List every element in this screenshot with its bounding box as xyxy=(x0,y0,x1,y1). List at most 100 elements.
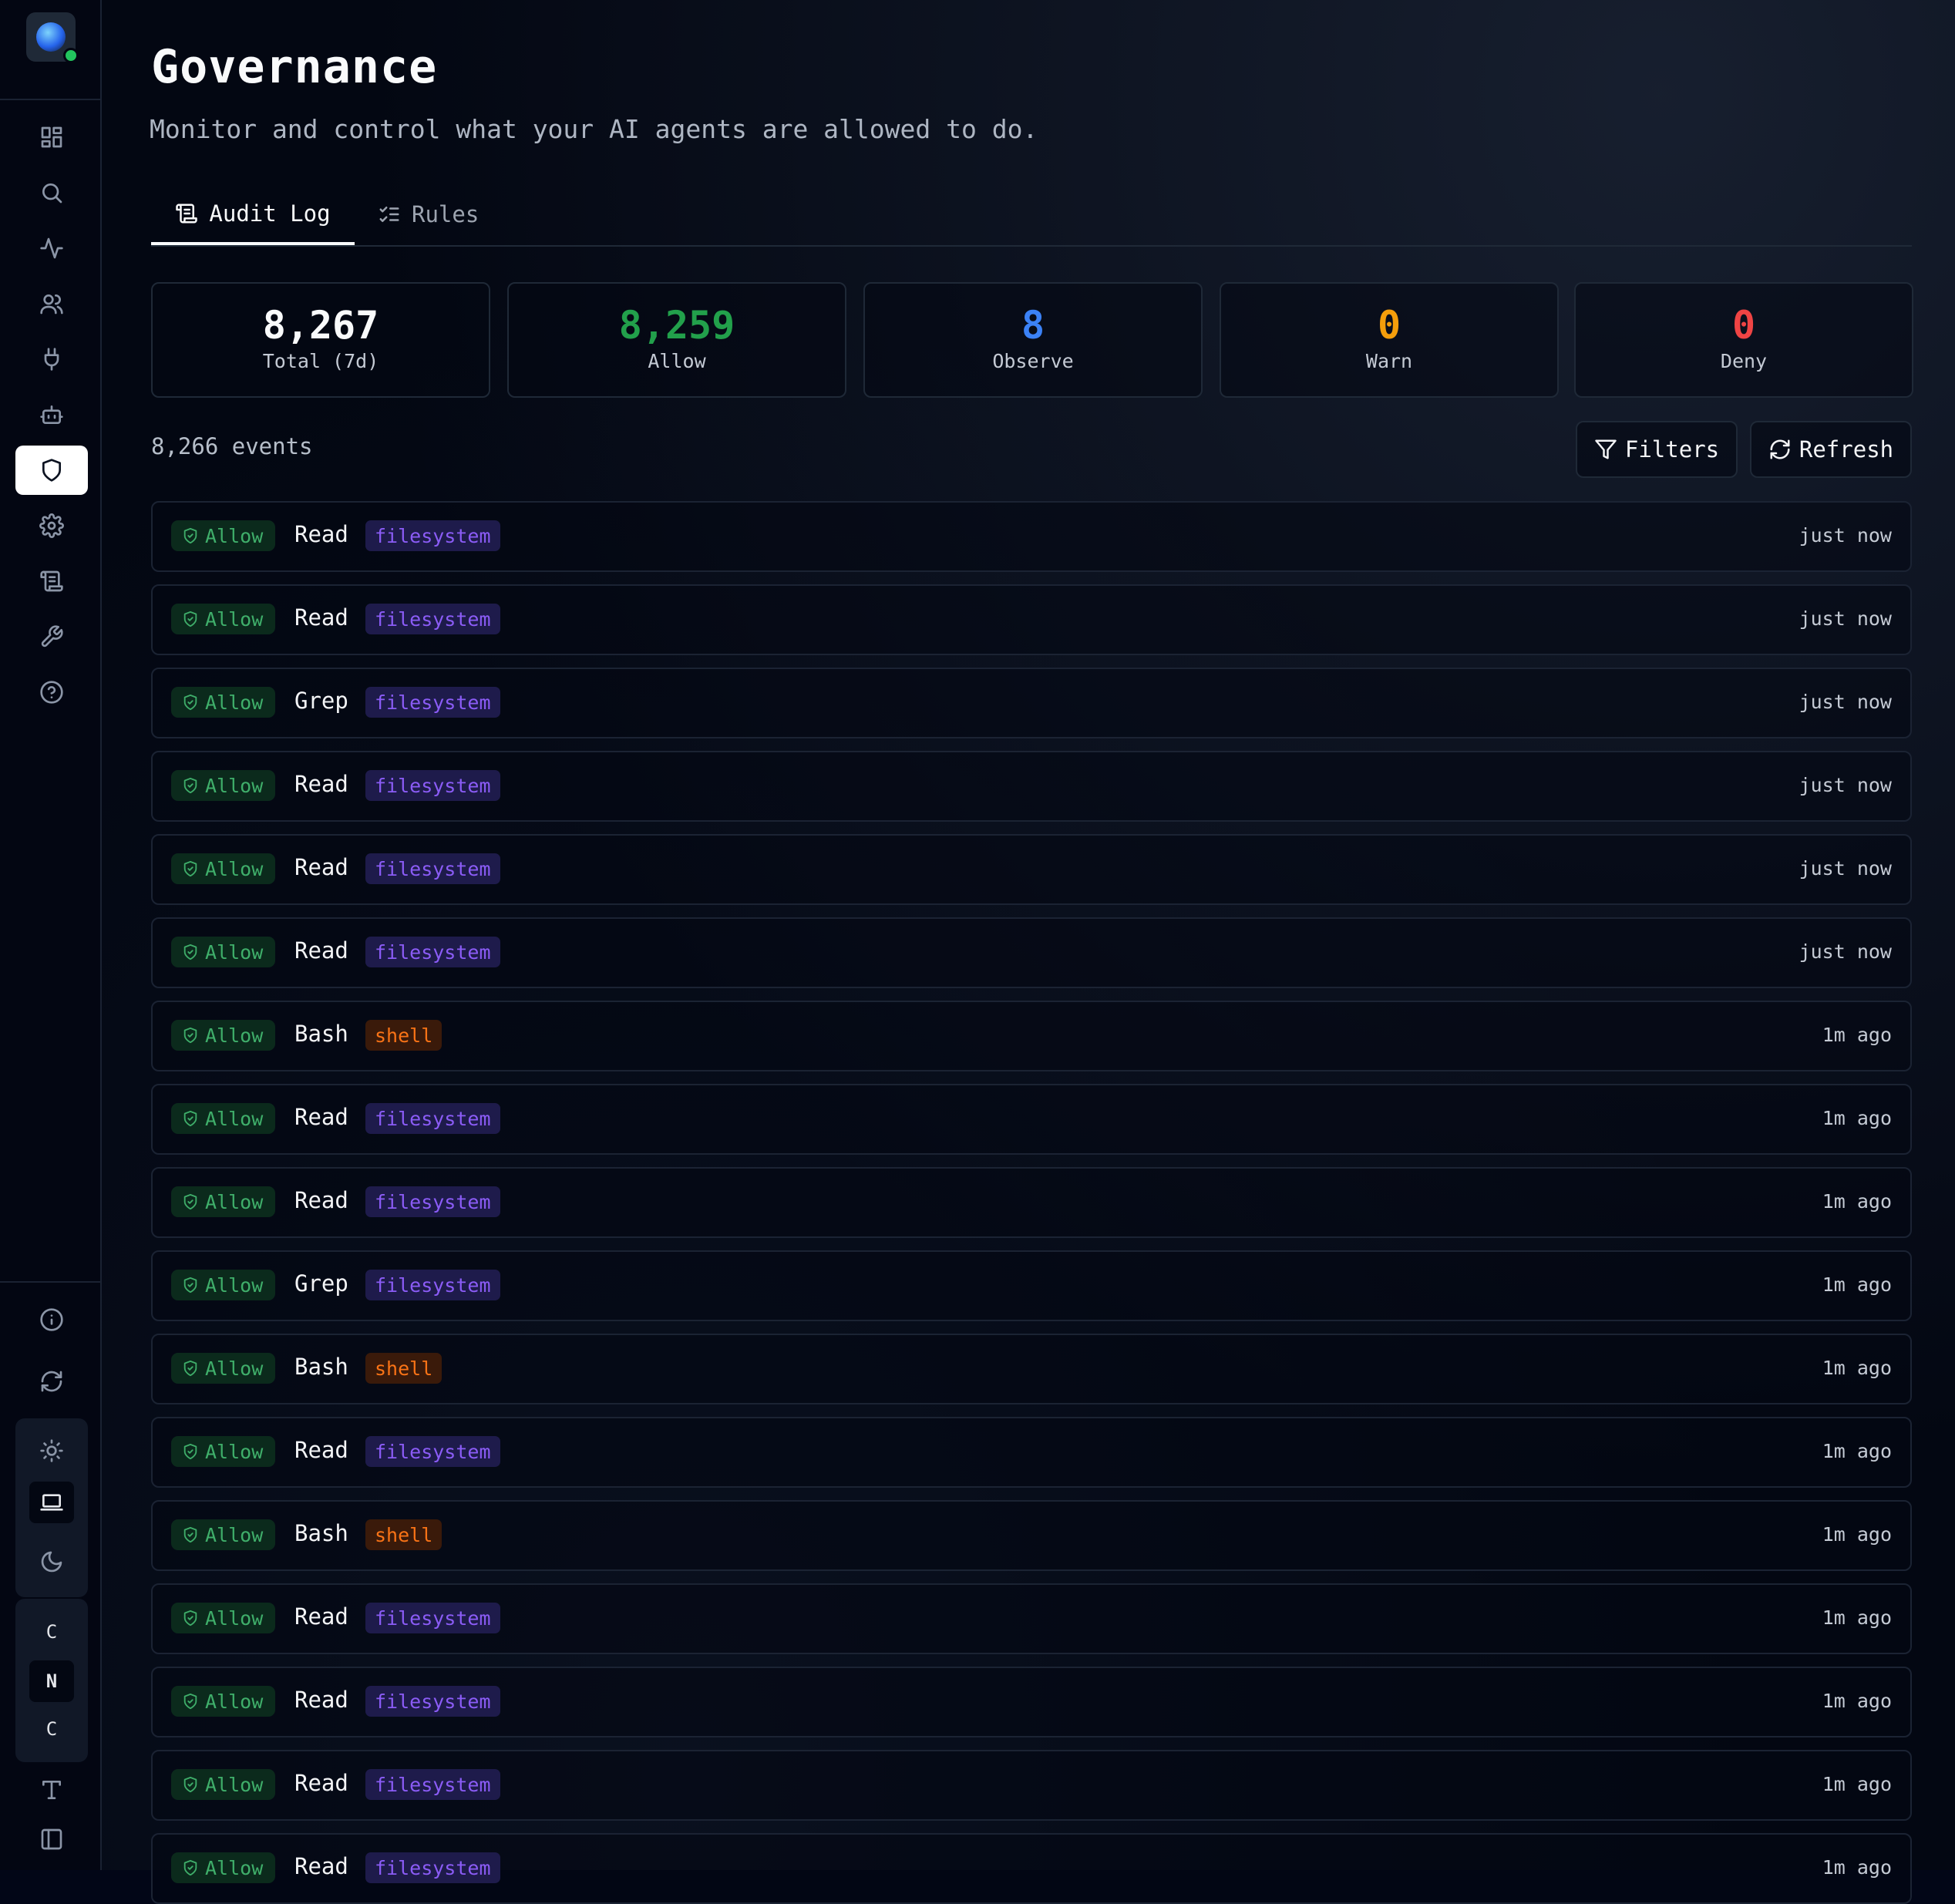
category-tag: filesystem xyxy=(365,770,500,801)
audit-log-row[interactable]: Allow Read filesystem 1m ago xyxy=(151,1750,1912,1821)
panel-left-icon xyxy=(41,1828,62,1850)
scroll-icon xyxy=(40,570,63,592)
info-icon xyxy=(40,1308,63,1331)
decision-label: Allow xyxy=(205,774,264,797)
audit-log-row[interactable]: Allow Bash shell 1m ago xyxy=(151,1001,1912,1071)
filters-button[interactable]: Filters xyxy=(1576,421,1738,478)
shield-check-icon xyxy=(183,1859,197,1876)
nav-tools[interactable] xyxy=(15,612,88,661)
nav-integrations[interactable] xyxy=(15,335,88,384)
audit-log-row[interactable]: Allow Grep filesystem 1m ago xyxy=(151,1250,1912,1321)
shield-check-icon xyxy=(183,1693,197,1710)
refresh-button[interactable]: Refresh xyxy=(1750,421,1912,478)
decision-badge: Allow xyxy=(171,1436,276,1467)
plug-icon xyxy=(44,348,59,371)
decision-badge: Allow xyxy=(171,1603,276,1633)
tool-name: Read xyxy=(294,1853,348,1879)
tool-name: Grep xyxy=(294,688,348,714)
stat-card-warn: 0 Warn xyxy=(1220,282,1559,398)
font-option-selected[interactable]: N xyxy=(29,1660,74,1702)
decision-label: Allow xyxy=(205,1773,264,1796)
theme-system-button[interactable] xyxy=(29,1482,74,1523)
audit-log-row[interactable]: Allow Read filesystem 1m ago xyxy=(151,1084,1912,1155)
audit-log-row[interactable]: Allow Read filesystem 1m ago xyxy=(151,1417,1912,1488)
theme-light-button[interactable] xyxy=(15,1426,88,1475)
audit-log-row[interactable]: Allow Grep filesystem just now xyxy=(151,668,1912,738)
settings-icon xyxy=(39,513,64,538)
nav-help[interactable] xyxy=(15,668,88,717)
filter-icon xyxy=(1595,439,1617,459)
shield-check-icon xyxy=(183,860,197,877)
font-switcher: C N C xyxy=(15,1599,88,1762)
event-time: 1m ago xyxy=(1822,1357,1892,1379)
category-tag: filesystem xyxy=(365,1186,500,1217)
tab-rules[interactable]: Rules xyxy=(378,185,479,244)
audit-log-row[interactable]: Allow Read filesystem just now xyxy=(151,834,1912,905)
page-title: Governance xyxy=(151,40,438,94)
tool-name: Read xyxy=(294,1104,348,1130)
decision-label: Allow xyxy=(205,1690,264,1713)
nav-dashboard[interactable] xyxy=(15,113,88,162)
decision-label: Allow xyxy=(205,1190,264,1213)
app-logo[interactable] xyxy=(26,12,79,63)
nav-users[interactable] xyxy=(15,279,88,328)
decision-badge: Allow xyxy=(171,1353,276,1384)
shield-check-icon xyxy=(183,1027,197,1044)
toggle-sidebar-button[interactable] xyxy=(15,1815,88,1864)
audit-log-row[interactable]: Allow Read filesystem 1m ago xyxy=(151,1833,1912,1904)
stat-label: Allow xyxy=(648,350,706,372)
audit-log-row[interactable]: Allow Read filesystem 1m ago xyxy=(151,1667,1912,1737)
event-time: just now xyxy=(1799,940,1892,963)
theme-dark-button[interactable] xyxy=(15,1537,88,1586)
audit-log-row[interactable]: Allow Bash shell 1m ago xyxy=(151,1334,1912,1404)
stat-card-deny: 0 Deny xyxy=(1574,282,1913,398)
stat-label: Total (7d) xyxy=(262,350,379,372)
tab-audit-log[interactable]: Audit Log xyxy=(151,185,355,245)
sun-icon xyxy=(40,1439,63,1462)
audit-log-row[interactable]: Allow Read filesystem 1m ago xyxy=(151,1583,1912,1654)
category-tag: shell xyxy=(365,1519,442,1550)
tool-name: Read xyxy=(294,1687,348,1713)
filters-label: Filters xyxy=(1624,436,1720,463)
decision-label: Allow xyxy=(205,691,264,714)
list-checks-icon xyxy=(379,207,399,222)
category-tag: filesystem xyxy=(365,520,500,551)
tool-name: Bash xyxy=(294,1354,348,1380)
event-time: 1m ago xyxy=(1822,1440,1892,1462)
audit-log-row[interactable]: Allow Read filesystem just now xyxy=(151,917,1912,988)
audit-log-row[interactable]: Allow Read filesystem just now xyxy=(151,751,1912,822)
audit-log-row[interactable]: Allow Read filesystem just now xyxy=(151,584,1912,655)
nav-governance[interactable] xyxy=(15,446,88,495)
moon-icon xyxy=(41,1551,62,1573)
decision-label: Allow xyxy=(205,857,264,880)
info-button[interactable] xyxy=(15,1295,88,1344)
font-option[interactable]: C xyxy=(29,1611,74,1653)
audit-log-row[interactable]: Allow Bash shell 1m ago xyxy=(151,1500,1912,1571)
scroll-icon xyxy=(176,204,198,224)
tab-label: Audit Log xyxy=(209,200,331,227)
decision-badge: Allow xyxy=(171,687,276,718)
event-time: 1m ago xyxy=(1822,1107,1892,1129)
decision-label: Allow xyxy=(205,1273,264,1297)
tool-name: Read xyxy=(294,854,348,880)
nav-search[interactable] xyxy=(15,168,88,217)
font-size-button[interactable] xyxy=(15,1765,88,1815)
shield-icon xyxy=(42,459,61,482)
audit-log-row[interactable]: Allow Read filesystem 1m ago xyxy=(151,1167,1912,1238)
sync-button[interactable] xyxy=(15,1357,88,1406)
nav-activity[interactable] xyxy=(15,224,88,273)
decision-badge: Allow xyxy=(171,1686,276,1717)
nav-agents[interactable] xyxy=(15,390,88,439)
page-subtitle: Monitor and control what your AI agents … xyxy=(150,114,1038,144)
stat-label: Deny xyxy=(1720,350,1768,372)
type-icon xyxy=(42,1781,61,1799)
category-tag: filesystem xyxy=(365,1852,500,1883)
decision-badge: Allow xyxy=(171,770,276,801)
shield-check-icon xyxy=(183,1610,197,1626)
font-option[interactable]: C xyxy=(29,1708,74,1750)
help-icon xyxy=(40,681,63,704)
nav-settings[interactable] xyxy=(15,501,88,550)
nav-logs[interactable] xyxy=(15,557,88,606)
audit-log-row[interactable]: Allow Read filesystem just now xyxy=(151,501,1912,572)
shield-check-icon xyxy=(183,777,197,794)
